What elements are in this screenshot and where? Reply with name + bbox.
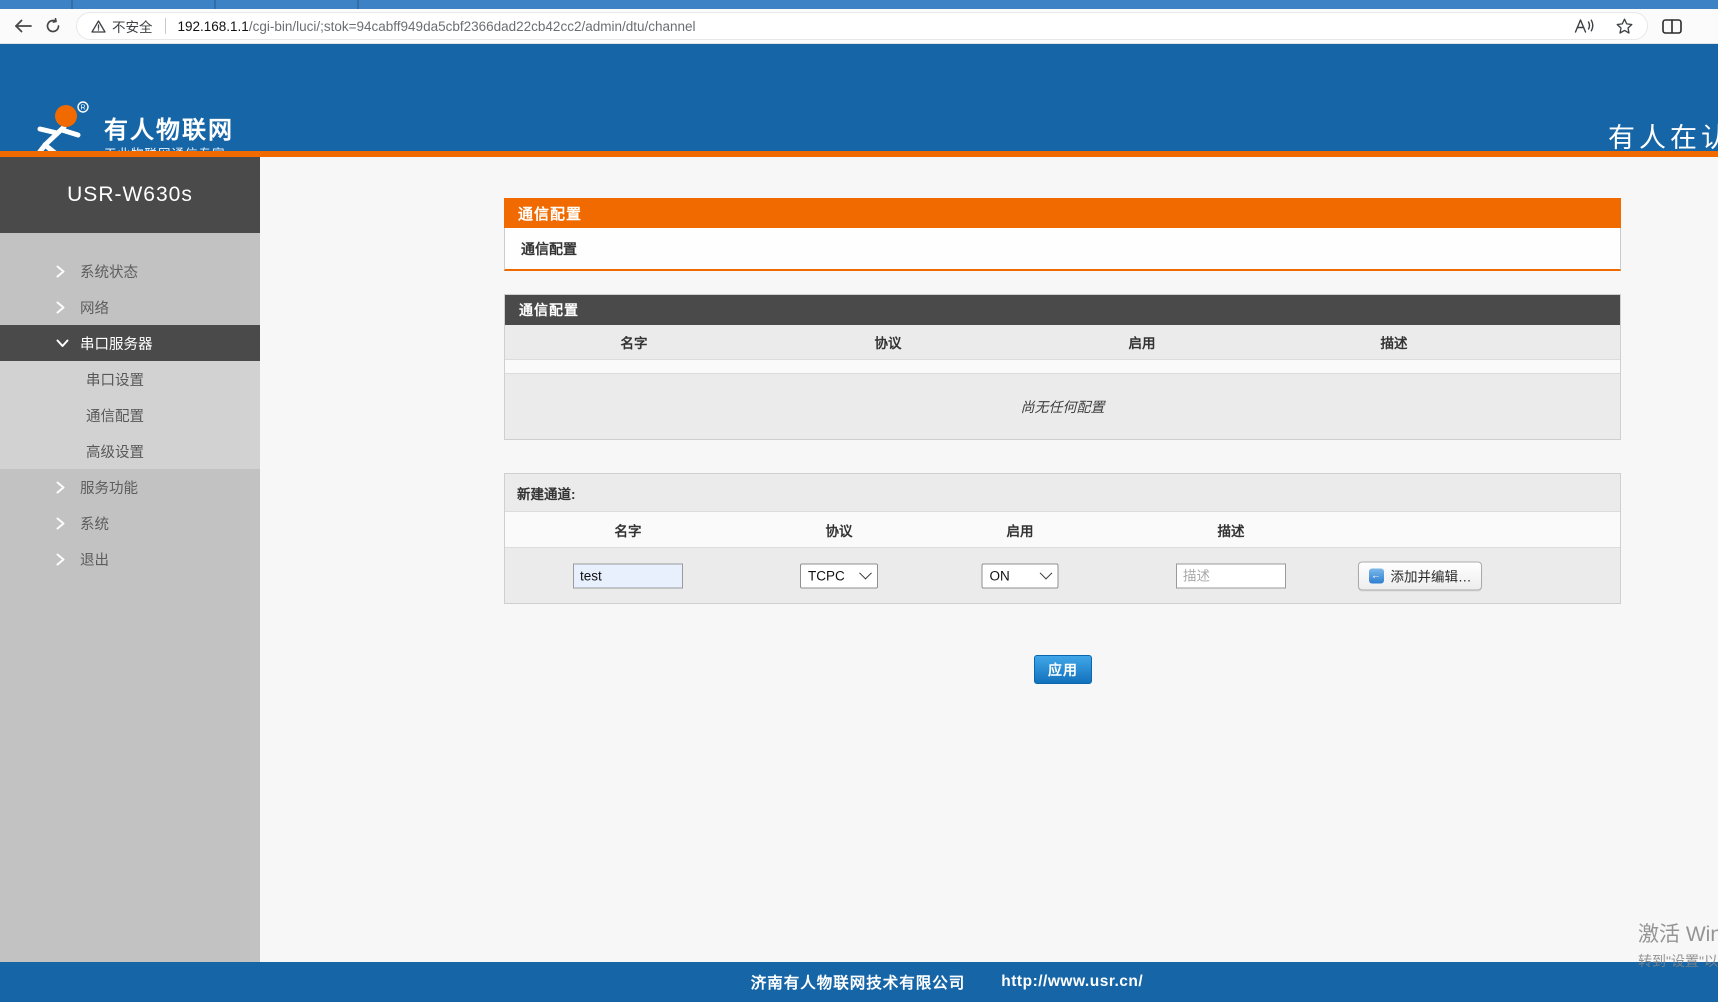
col-header-desc: 描述	[1381, 332, 1408, 352]
table-header-row: 名字 协议 启用 描述	[505, 325, 1620, 360]
table-empty-state: 尚无任何配置	[505, 374, 1620, 439]
back-icon[interactable]	[8, 12, 38, 40]
sidebar-item-advanced-settings[interactable]: 高级设置	[0, 433, 260, 469]
address-divider	[165, 18, 166, 34]
form-header-row: 名字 协议 启用 描述	[505, 512, 1620, 548]
protocol-select[interactable]: TCPC	[800, 563, 878, 588]
url-host: 192.168.1.1	[178, 19, 249, 34]
footer-company: 济南有人物联网技术有限公司	[751, 971, 966, 993]
url-path: /cgi-bin/luci/;stok=94cabff949da5cbf2366…	[249, 19, 696, 34]
breadcrumb: 通信配置	[504, 228, 1621, 271]
form-col-desc: 描述	[1218, 520, 1245, 540]
header-slogan: 有人在认	[1608, 116, 1718, 155]
table-empty-row	[505, 360, 1620, 374]
channel-name-input[interactable]	[573, 563, 683, 588]
tab-separator	[214, 0, 216, 9]
sidebar: USR-W630s 系统状态 网络 串口服务器 串口设置 通信配置	[0, 157, 260, 962]
apply-button[interactable]: 应用	[1034, 655, 1092, 684]
svg-text:R: R	[80, 105, 85, 112]
edit-arrow-icon: ←	[1369, 568, 1384, 583]
channel-table: 通信配置 名字 协议 启用 描述 尚无任何配置	[504, 294, 1621, 440]
form-title: 新建通道:	[505, 474, 1620, 512]
read-aloud-icon[interactable]	[1574, 18, 1594, 34]
form-controls-row: TCPC ON ← 添加并编辑…	[505, 548, 1620, 603]
sidebar-item-comm-config[interactable]: 通信配置	[0, 397, 260, 433]
form-col-protocol: 协议	[826, 520, 853, 540]
refresh-icon[interactable]	[38, 12, 68, 40]
address-bar[interactable]: 不安全 192.168.1.1/cgi-bin/luci/;stok=94cab…	[76, 12, 1648, 40]
url-text: 192.168.1.1/cgi-bin/luci/;stok=94cabff94…	[178, 19, 696, 34]
sidebar-item-service-functions[interactable]: 服务功能	[0, 469, 260, 505]
add-and-edit-button[interactable]: ← 添加并编辑…	[1358, 561, 1482, 590]
description-input[interactable]	[1176, 563, 1286, 588]
chevron-down-icon	[859, 566, 872, 579]
sidebar-item-system-status[interactable]: 系统状态	[0, 253, 260, 289]
sidebar-item-serial-settings[interactable]: 串口设置	[0, 361, 260, 397]
warning-icon	[91, 20, 106, 33]
chevron-right-icon	[56, 481, 80, 494]
footer: 济南有人物联网技术有限公司 http://www.usr.cn/	[0, 962, 1718, 1002]
page-title: 通信配置	[504, 198, 1621, 228]
chevron-right-icon	[56, 517, 80, 530]
col-header-protocol: 协议	[875, 332, 902, 352]
form-col-enable: 启用	[1007, 520, 1034, 540]
form-col-name: 名字	[615, 520, 642, 540]
sidebar-item-logout[interactable]: 退出	[0, 541, 260, 577]
chevron-down-icon	[1040, 566, 1053, 579]
sidebar-item-network[interactable]: 网络	[0, 289, 260, 325]
chevron-right-icon	[56, 265, 80, 278]
col-header-name: 名字	[621, 332, 648, 352]
sidebar-item-serial-server[interactable]: 串口服务器	[0, 325, 260, 361]
col-header-enable: 启用	[1129, 332, 1156, 352]
footer-website-link[interactable]: http://www.usr.cn/	[1001, 973, 1143, 991]
device-title: USR-W630s	[0, 157, 260, 233]
security-label: 不安全	[112, 16, 153, 36]
windows-activation-watermark: 激活 Wind 转到"设置"以激	[1638, 918, 1718, 971]
table-title: 通信配置	[505, 295, 1620, 325]
favorite-star-icon[interactable]	[1616, 18, 1633, 34]
security-warning[interactable]: 不安全	[91, 16, 153, 36]
brand-title: 有人物联网	[104, 110, 234, 145]
browser-tab-strip	[0, 0, 1718, 9]
chevron-right-icon	[56, 553, 80, 566]
chevron-down-icon	[56, 339, 80, 348]
site-header: R 有人物联网 工业物联网通信专家 有人在认	[0, 44, 1718, 151]
split-screen-icon[interactable]	[1662, 19, 1682, 34]
enable-select[interactable]: ON	[982, 563, 1059, 588]
chevron-right-icon	[56, 301, 80, 314]
tab-separator	[357, 0, 359, 9]
browser-toolbar: 不安全 192.168.1.1/cgi-bin/luci/;stok=94cab…	[0, 9, 1718, 44]
new-channel-form: 新建通道: 名字 协议 启用 描述 TCPC ON ← 添加并编辑…	[504, 473, 1621, 604]
tab-separator	[71, 0, 73, 9]
sidebar-item-system[interactable]: 系统	[0, 505, 260, 541]
